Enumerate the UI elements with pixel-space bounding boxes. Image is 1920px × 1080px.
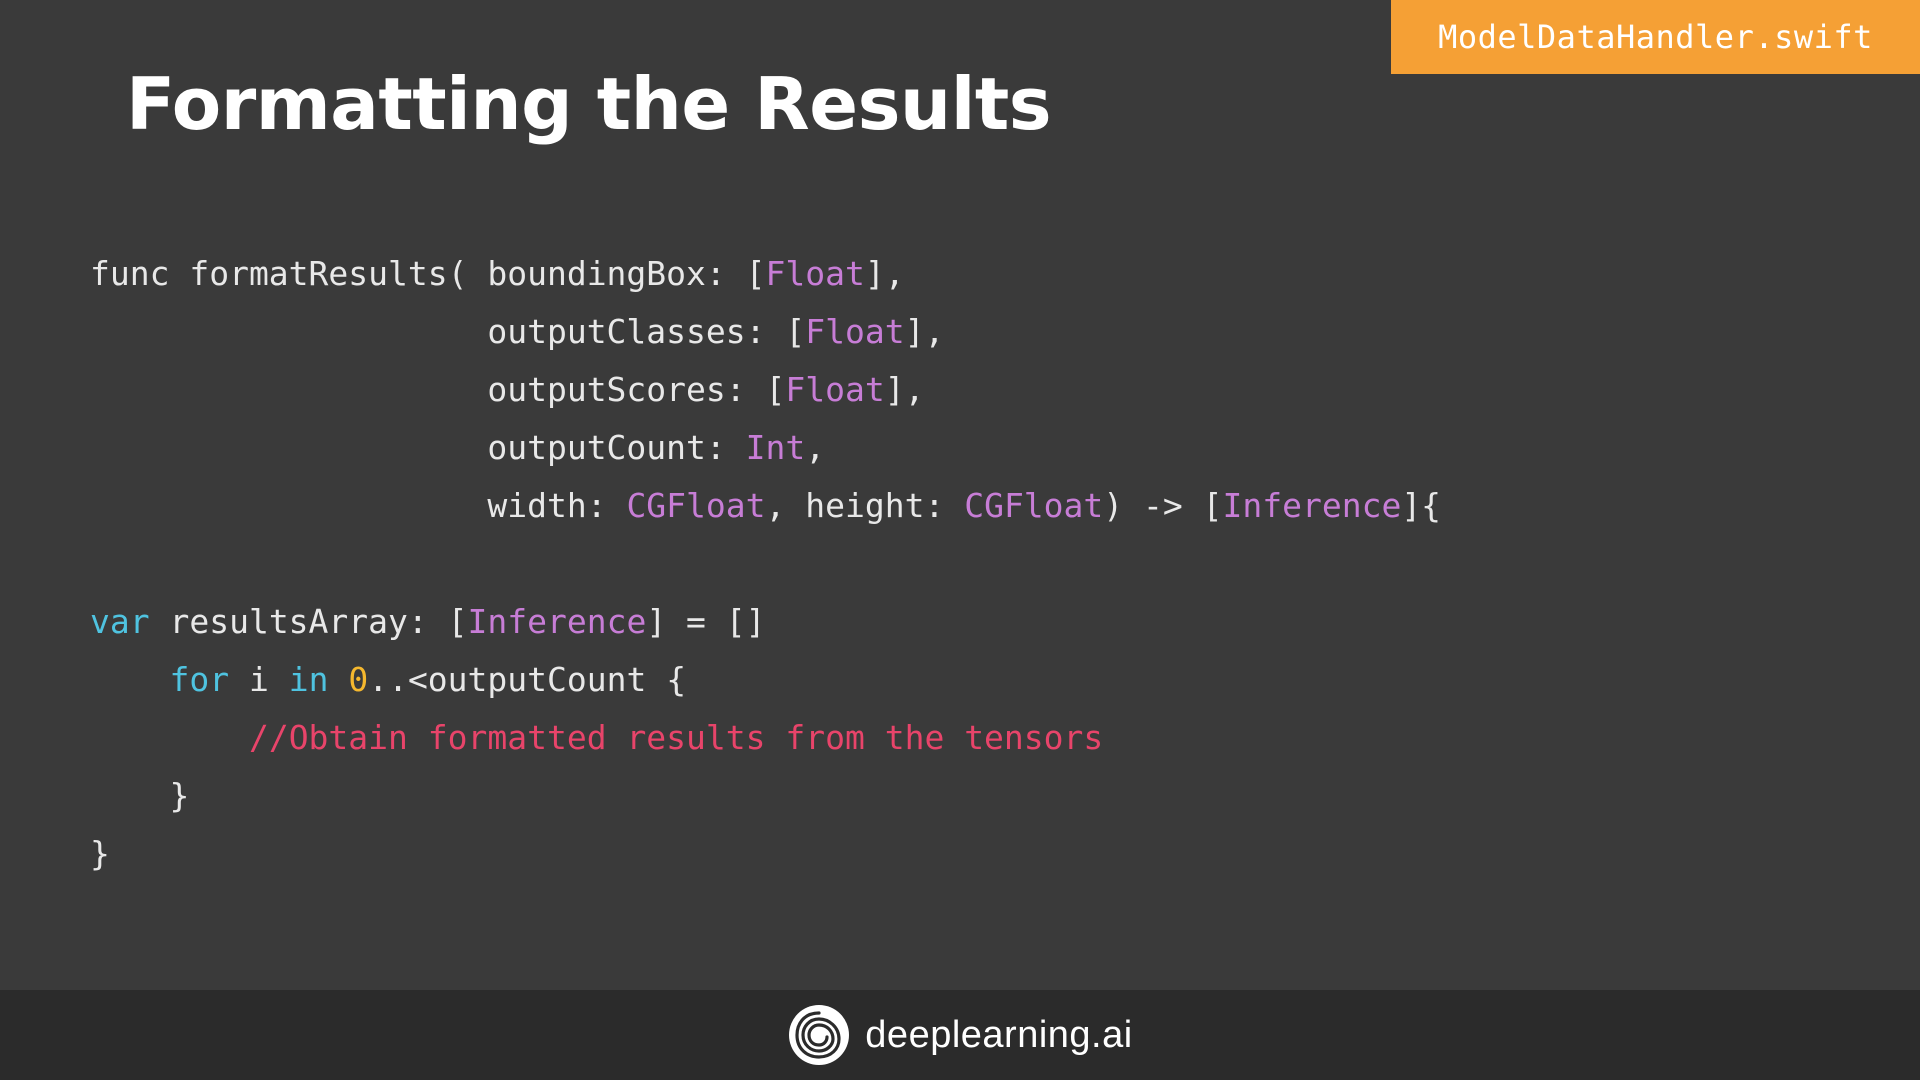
code-token: , <box>805 428 826 467</box>
code-token: ], <box>884 370 925 409</box>
code-token: for <box>169 660 230 699</box>
file-name-tab: ModelDataHandler.swift <box>1391 0 1920 74</box>
code-token: ..<outputCount { <box>368 660 687 699</box>
code-line: for i in 0..<outputCount { <box>90 656 686 704</box>
code-token: , height: <box>765 486 965 525</box>
file-name-label: ModelDataHandler.swift <box>1438 18 1873 56</box>
code-token: } <box>90 776 190 815</box>
code-line: func formatResults( boundingBox: [Float]… <box>90 250 905 298</box>
code-token: func formatResults( boundingBox: [ <box>90 254 766 293</box>
code-token: ], <box>864 254 905 293</box>
code-token: outputClasses: [ <box>90 312 806 351</box>
code-token: Inference <box>467 602 647 641</box>
deeplearning-logo-icon <box>789 1005 850 1065</box>
code-token: } <box>90 834 110 873</box>
code-token: ] = [] <box>646 602 766 641</box>
code-line: outputClasses: [Float], <box>90 308 944 356</box>
footer-bar: deeplearning.ai <box>0 990 1920 1080</box>
code-line: width: CGFloat, height: CGFloat) -> [Inf… <box>90 482 1441 530</box>
code-token: 0 <box>348 660 369 699</box>
code-token: outputCount: <box>90 428 746 467</box>
code-line: } <box>90 830 110 878</box>
code-token: ]{ <box>1401 486 1442 525</box>
code-token: i <box>229 660 289 699</box>
code-line: outputCount: Int, <box>90 424 825 472</box>
code-token: ], <box>904 312 945 351</box>
code-token: resultsArray: [ <box>149 602 468 641</box>
code-token: Float <box>785 370 885 409</box>
code-line: var resultsArray: [Inference] = [] <box>90 598 766 646</box>
code-token: in <box>288 660 329 699</box>
code-token: var <box>90 602 150 641</box>
brand: deeplearning.ai <box>787 1003 1132 1067</box>
code-line: //Obtain formatted results from the tens… <box>90 714 1103 762</box>
slide-title: Formatting the Results <box>126 62 1052 146</box>
code-token: width: <box>90 486 627 525</box>
code-token: Int <box>745 428 806 467</box>
brand-name: deeplearning.ai <box>865 1013 1133 1056</box>
slide: ModelDataHandler.swift Formatting the Re… <box>0 0 1920 1080</box>
code-line: } <box>90 772 189 820</box>
code-token: outputScores: [ <box>90 370 786 409</box>
code-token: CGFloat <box>626 486 766 525</box>
code-token: CGFloat <box>964 486 1104 525</box>
code-token: Float <box>805 312 905 351</box>
code-token: ) -> [ <box>1103 486 1223 525</box>
code-line: outputScores: [Float], <box>90 366 924 414</box>
code-token: //Obtain formatted results from the tens… <box>248 718 1104 757</box>
code-token: Inference <box>1222 486 1402 525</box>
code-token: Float <box>765 254 865 293</box>
